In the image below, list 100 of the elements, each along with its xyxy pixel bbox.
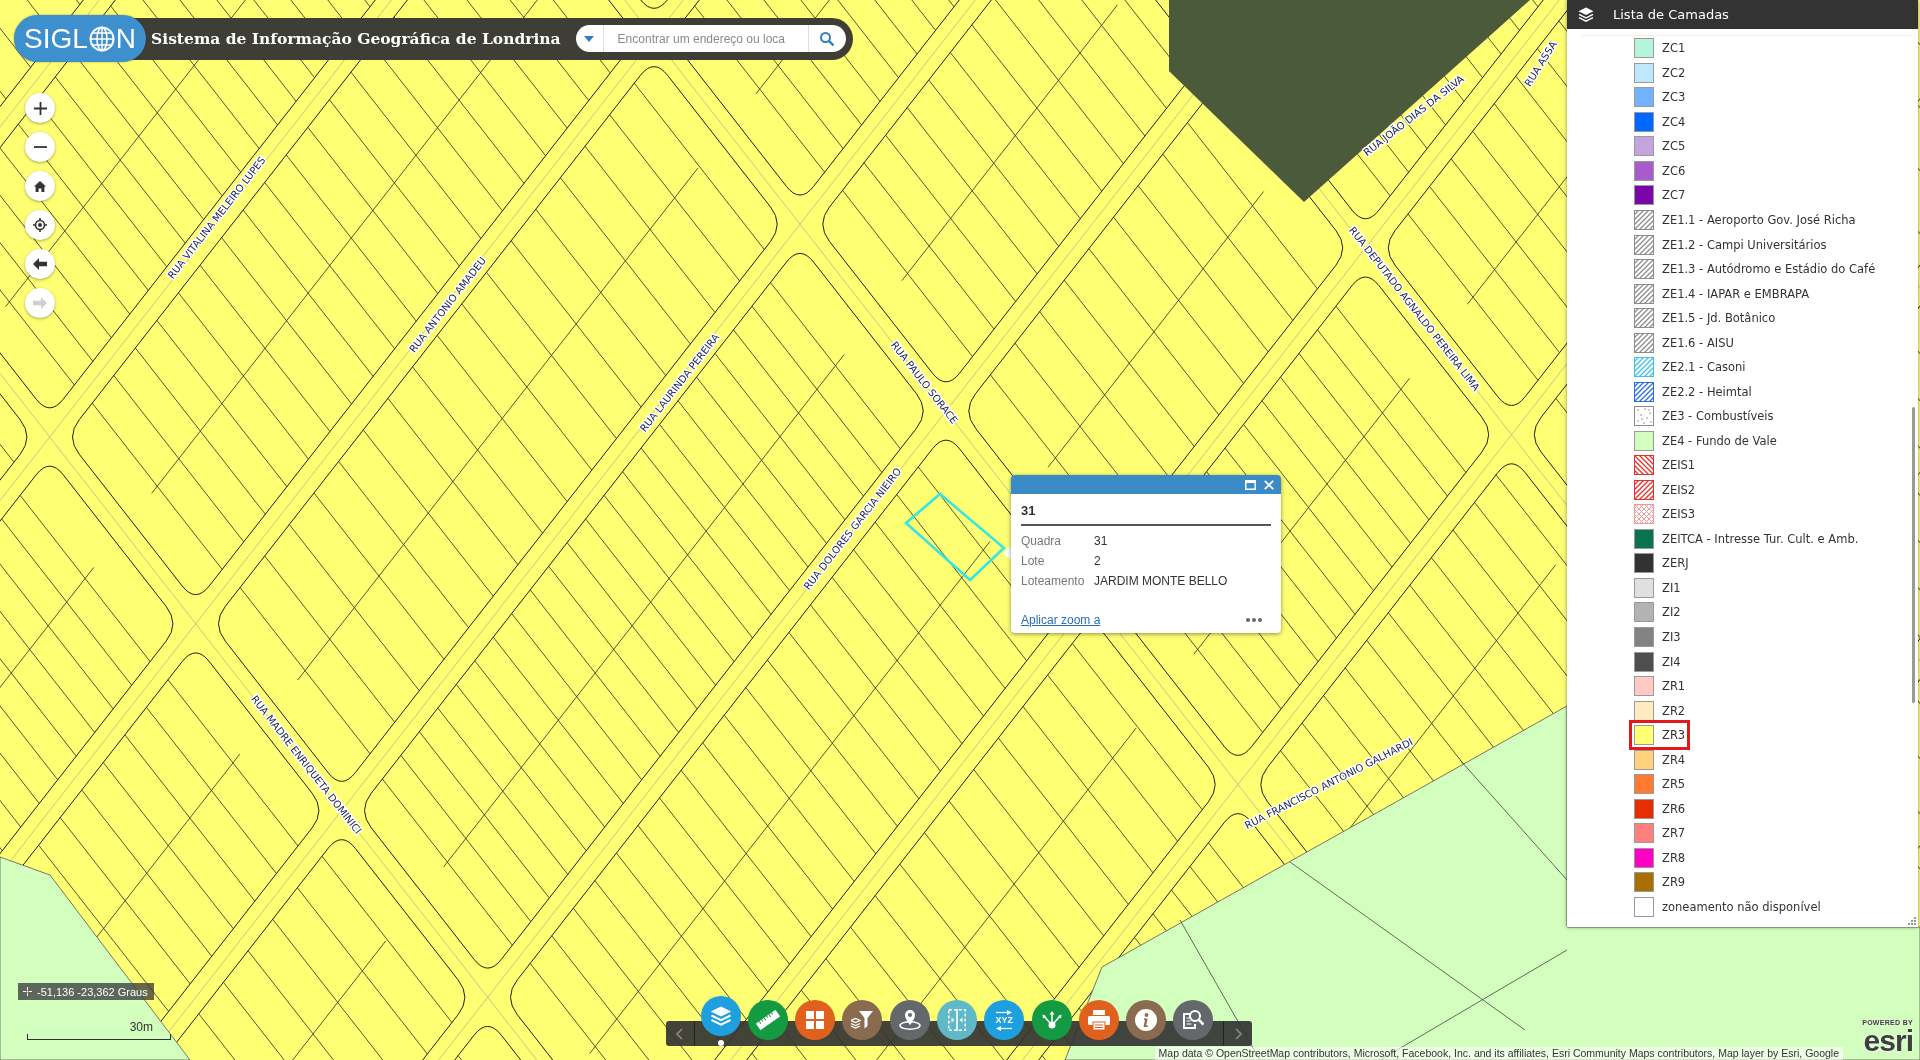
field-value: JARDIM MONTE BELLO xyxy=(1094,572,1229,590)
legend-label: ZI2 xyxy=(1662,605,1681,620)
legend-label: ZE1.4 - IAPAR e EMBRAPA xyxy=(1662,286,1810,301)
legend-swatch-icon xyxy=(1634,651,1654,672)
legend-label: ZEIS3 xyxy=(1662,507,1696,522)
legend-label: ZE4 - Fundo de Vale xyxy=(1662,433,1777,448)
legend-label: ZR4 xyxy=(1662,752,1686,767)
legend-swatch-icon xyxy=(1634,774,1654,795)
legend-label: ZR8 xyxy=(1662,850,1686,865)
target-icon xyxy=(33,218,47,232)
map-attribution: Map data © OpenStreetMap contributors, Microsoft, Facebook, Inc. and its affiliates, Esri Community Maps contributors, Map layer by Esri, Google xyxy=(1154,1047,1843,1060)
legend-label: ZR5 xyxy=(1662,777,1686,792)
search-bar[interactable]: Encontrar um endereço ou loca xyxy=(575,25,846,52)
dot-arrows-icon xyxy=(1040,1011,1063,1029)
info-icon xyxy=(1135,1009,1158,1031)
legend-label: ZC5 xyxy=(1662,139,1686,154)
legend-swatch-icon xyxy=(1634,528,1654,549)
arrow-left-icon xyxy=(33,258,47,270)
caret-down-icon xyxy=(584,35,595,42)
more-options-button[interactable] xyxy=(1245,615,1263,625)
legend-label: ZE1.5 - Jd. Botânico xyxy=(1662,311,1776,326)
search-field[interactable]: Encontrar um endereço ou loca xyxy=(603,25,808,52)
plus-icon xyxy=(33,101,47,115)
legend-label: ZE1.2 - Campi Universitários xyxy=(1662,237,1827,252)
legend-swatch-icon xyxy=(1634,62,1654,83)
popup-title: 31 xyxy=(1021,503,1037,519)
resize-grip-icon[interactable] xyxy=(1908,917,1916,925)
app-title: Sistema de Informação Geográfica de Londrina xyxy=(151,29,561,48)
legend-label: ZEITCA - Intresse Tur. Cult. e Amb. xyxy=(1662,531,1859,546)
printer-icon xyxy=(1087,1010,1110,1030)
legend-label: ZC6 xyxy=(1662,163,1686,178)
logo-wordmark: esri xyxy=(1863,1027,1913,1055)
field-value: 2 xyxy=(1094,552,1102,570)
legend-label: ZE1.3 - Autódromo e Estádio do Café xyxy=(1662,262,1876,277)
document-magnifier-icon xyxy=(1182,1009,1205,1031)
legend-swatch-icon xyxy=(1634,87,1654,108)
legend-label: ZC2 xyxy=(1662,65,1686,80)
legend-swatch-icon xyxy=(1634,111,1654,132)
coordinates-text: -51,136 -23,362 Graus xyxy=(37,985,148,998)
legend-label: ZR7 xyxy=(1662,826,1686,841)
field-label: Lote xyxy=(1021,552,1046,570)
search-icon xyxy=(820,31,835,46)
legend-label: ZE1.1 - Aeroporto Gov. José Richa xyxy=(1662,213,1856,227)
legend-label: ZR2 xyxy=(1662,703,1686,718)
logo-text: N xyxy=(115,24,137,53)
map-pin-icon xyxy=(898,1010,921,1030)
legend-label: ZC4 xyxy=(1662,114,1686,129)
legend-label: ZI3 xyxy=(1662,630,1681,644)
globe-icon xyxy=(88,25,115,52)
legend-swatch-icon xyxy=(1634,577,1654,598)
logo-text: SIGL xyxy=(24,24,88,53)
maximize-icon xyxy=(1244,479,1256,490)
close-button[interactable] xyxy=(1263,478,1275,491)
legend-label: ZC7 xyxy=(1662,188,1686,203)
legend-label: ZR9 xyxy=(1662,875,1686,890)
legend-label: ZR1 xyxy=(1662,679,1686,694)
legend-label: ZC3 xyxy=(1662,90,1686,105)
legend-swatch-icon xyxy=(1634,676,1654,697)
chevron-left-icon xyxy=(676,1027,684,1040)
legend-swatch-icon xyxy=(1634,749,1654,770)
legend-swatch-icon xyxy=(1634,38,1654,59)
legend-label: ZERJ xyxy=(1662,556,1689,571)
legend-swatch-icon xyxy=(1634,847,1654,868)
layers-icon xyxy=(709,1006,732,1026)
legend-label: ZE3 - Combustíveis xyxy=(1662,409,1774,424)
legend-swatch-icon xyxy=(1634,602,1654,623)
scale-label: 30m xyxy=(129,1020,153,1034)
dots-icon xyxy=(1246,618,1262,622)
field-label: Quadra xyxy=(1021,532,1063,550)
legend-swatch-icon xyxy=(1634,136,1654,157)
legend-label: ZI1 xyxy=(1662,580,1681,595)
selected-indicator-icon xyxy=(717,1040,724,1046)
funnel-icon xyxy=(851,1011,874,1029)
legend-swatch-icon xyxy=(1634,553,1654,574)
panel-title: Lista de Camadas xyxy=(1613,7,1729,22)
legend-label: ZE1.6 - AISU xyxy=(1662,335,1734,350)
scrollbar-thumb[interactable] xyxy=(1912,407,1915,703)
legend-label: ZC1 xyxy=(1662,41,1686,56)
legend-label: ZR6 xyxy=(1662,801,1686,816)
arrow-right-icon xyxy=(33,297,47,309)
home-icon xyxy=(34,180,46,192)
grid-icon xyxy=(806,1011,825,1029)
legend-label: ZEIS1 xyxy=(1662,458,1696,473)
legend-label: ZR3 xyxy=(1662,728,1686,743)
legend-swatch-icon xyxy=(1634,700,1654,721)
swipe-icon xyxy=(948,1009,966,1031)
close-icon xyxy=(1264,479,1274,490)
legend-swatch-icon xyxy=(1634,823,1654,844)
arrow-right-icon xyxy=(996,1009,1013,1015)
legend-label: ZE2.2 - Heimtal xyxy=(1662,384,1752,399)
minus-icon xyxy=(33,146,47,148)
zoom-to-link[interactable]: Aplicar zoom a xyxy=(1021,613,1101,627)
legend-label: ZE2.1 - Casoni xyxy=(1662,360,1746,375)
legend-swatch-icon xyxy=(1634,872,1654,893)
layers-icon xyxy=(1578,7,1594,22)
maximize-button[interactable] xyxy=(1244,478,1256,491)
legend-swatch-icon xyxy=(1634,430,1654,451)
arrow-left-icon xyxy=(996,1025,1013,1031)
field-label: Loteamento xyxy=(1021,572,1086,590)
field-value: 31 xyxy=(1094,532,1109,550)
